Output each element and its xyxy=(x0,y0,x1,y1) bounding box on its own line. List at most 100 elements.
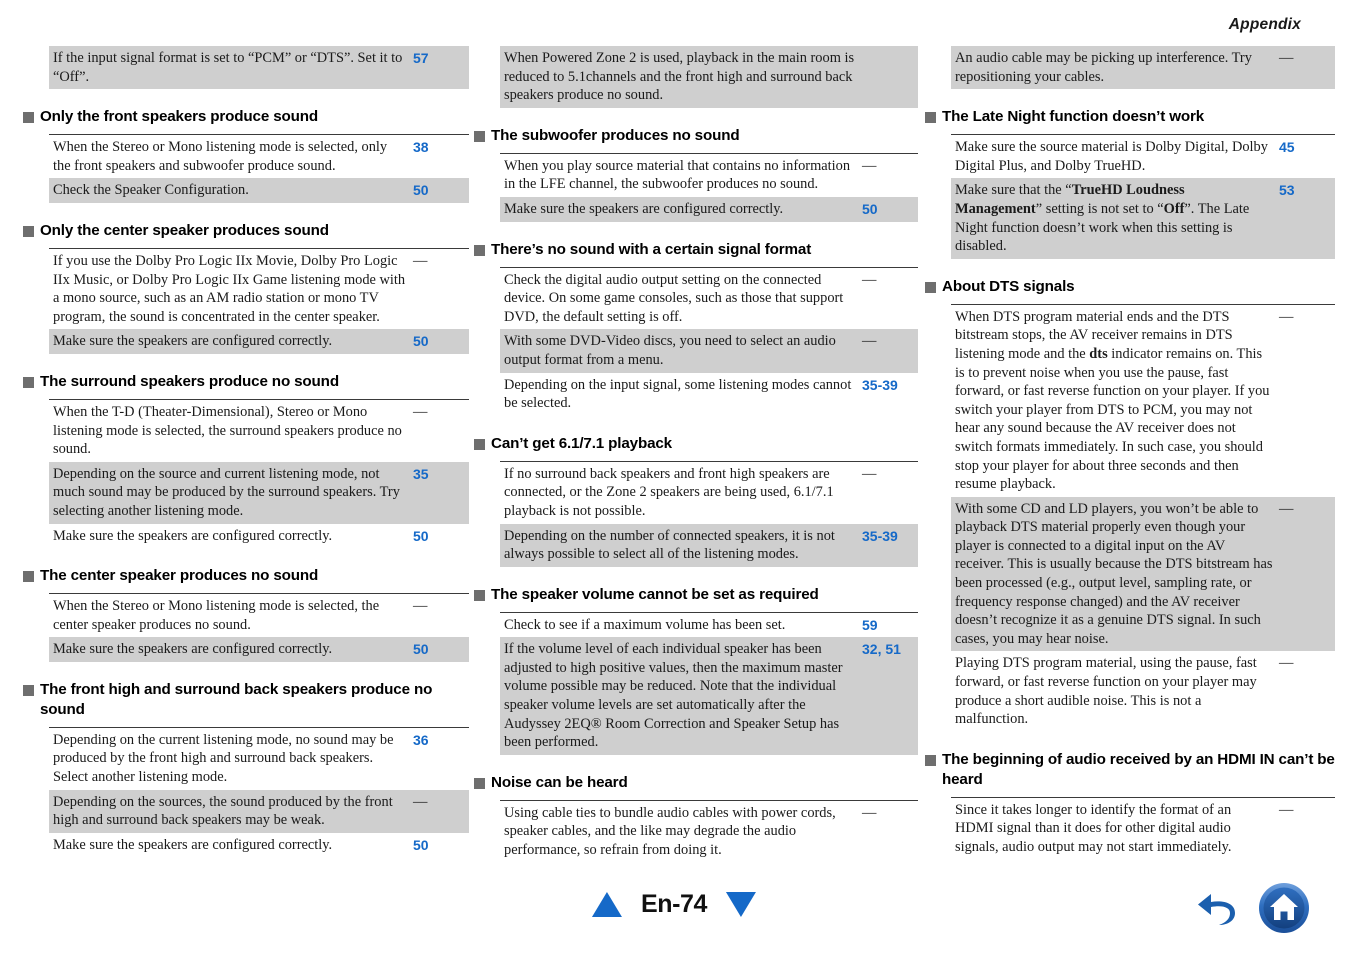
row-description: Make sure the speakers are configured co… xyxy=(53,527,333,544)
back-arrow-icon[interactable] xyxy=(1196,884,1244,932)
square-bullet-icon xyxy=(23,684,34,696)
row-description: When you play source material that conta… xyxy=(504,157,851,193)
table-row: Make sure the speakers are configured co… xyxy=(49,833,469,858)
row-page-ref[interactable]: 57 xyxy=(413,49,469,68)
row-page-ref[interactable]: 59 xyxy=(862,616,918,635)
table-row: Using cable ties to bundle audio cables … xyxy=(500,801,918,863)
row-page-ref[interactable]: 50 xyxy=(413,332,469,351)
row-description: An audio cable may be picking up interfe… xyxy=(955,50,1252,85)
row-page-ref[interactable]: 36 xyxy=(413,731,469,750)
row-description: With some CD and LD players, you won’t b… xyxy=(955,500,1273,647)
row-page-ref[interactable]: 50 xyxy=(413,836,469,855)
section-heading: The subwoofer produces no sound xyxy=(474,126,918,146)
square-bullet-icon xyxy=(474,589,485,601)
footer-actions xyxy=(1196,882,1310,934)
row-description: When the T-D (Theater-Dimensional), Ster… xyxy=(53,403,402,458)
troubleshooting-table: Check the digital audio output setting o… xyxy=(500,266,918,416)
row-description: Depending on the current listening mode,… xyxy=(53,731,394,786)
table-row: If you use the Dolby Pro Logic IIx Movie… xyxy=(49,249,469,329)
row-description: When the Stereo or Mono listening mode i… xyxy=(53,598,380,633)
triangle-up-icon[interactable] xyxy=(591,892,622,917)
square-bullet-icon xyxy=(23,225,34,237)
section-heading: Only the center speaker produces sound xyxy=(23,221,469,241)
row-page-ref[interactable]: 35-39 xyxy=(862,376,918,395)
section-heading-label: There’s no sound with a certain signal f… xyxy=(491,240,812,258)
row-page-ref[interactable]: 53 xyxy=(1279,181,1335,200)
home-icon[interactable] xyxy=(1258,882,1310,934)
table-row: When DTS program material ends and the D… xyxy=(951,305,1335,497)
table-row: Depending on the number of connected spe… xyxy=(500,523,918,567)
table-row: When the Stereo or Mono listening mode i… xyxy=(49,594,469,637)
row-description: Since it takes longer to identify the fo… xyxy=(955,801,1232,855)
row-description: When the Stereo or Mono listening mode i… xyxy=(53,139,388,174)
troubleshooting-table: If no surround back speakers and front h… xyxy=(500,460,918,567)
row-page-ref[interactable]: 35-39 xyxy=(862,527,918,546)
troubleshooting-table-continued: An audio cable may be picking up interfe… xyxy=(951,46,1335,90)
row-description: Make sure the source material is Dolby D… xyxy=(955,139,1268,174)
table-row: Make sure the source material is Dolby D… xyxy=(951,135,1335,178)
page-title: Appendix xyxy=(1228,16,1301,33)
section-heading-label: Noise can be heard xyxy=(491,773,628,791)
section-heading: Noise can be heard xyxy=(474,773,918,793)
row-description: When Powered Zone 2 is used, playback in… xyxy=(504,50,855,104)
troubleshooting-table: When you play source material that conta… xyxy=(500,152,918,222)
row-page-ref[interactable]: 50 xyxy=(413,181,469,200)
table-row: Depending on the current listening mode,… xyxy=(49,728,469,790)
troubleshooting-table: Depending on the current listening mode,… xyxy=(49,726,469,858)
row-no-page-ref: — xyxy=(862,333,877,350)
table-row: Depending on the input signal, some list… xyxy=(500,373,918,416)
troubleshooting-table: Make sure the source material is Dolby D… xyxy=(951,134,1335,259)
row-description: Depending on the input signal, some list… xyxy=(504,376,852,412)
table-row: If the volume level of each individual s… xyxy=(500,637,918,755)
row-description: Check the digital audio output setting o… xyxy=(504,271,844,325)
row-description: Check the Speaker Configuration. xyxy=(53,182,249,199)
row-page-ref[interactable]: 50 xyxy=(413,640,469,659)
row-page-ref[interactable]: 32, 51 xyxy=(862,640,918,659)
row-description: Make sure the speakers are configured co… xyxy=(53,333,333,350)
row-no-page-ref: — xyxy=(862,804,877,821)
table-row: Make sure the speakers are configured co… xyxy=(500,196,918,222)
square-bullet-icon xyxy=(925,754,936,766)
section-heading: The beginning of audio received by an HD… xyxy=(925,750,1335,790)
row-page-ref[interactable]: 45 xyxy=(1279,138,1335,157)
square-bullet-icon xyxy=(474,130,485,142)
table-row: When Powered Zone 2 is used, playback in… xyxy=(500,46,918,108)
table-row: With some CD and LD players, you won’t b… xyxy=(951,496,1335,652)
section-heading: The surround speakers produce no sound xyxy=(23,372,469,392)
square-bullet-icon xyxy=(474,777,485,789)
section-heading-label: The center speaker produces no sound xyxy=(40,567,319,585)
page-nav: En-74 xyxy=(591,890,757,919)
section-heading-label: Can’t get 6.1/7.1 playback xyxy=(491,434,672,452)
table-row: Check the Speaker Configuration. 50 xyxy=(49,178,469,203)
section-heading-label: About DTS signals xyxy=(942,277,1075,295)
row-page-ref[interactable]: 50 xyxy=(862,200,918,219)
page-footer: En-74 xyxy=(0,876,1348,954)
row-page-ref[interactable]: 35 xyxy=(413,465,469,484)
table-row: Make sure the speakers are configured co… xyxy=(49,524,469,549)
row-description: Depending on the sources, the sound prod… xyxy=(53,793,393,829)
row-no-page-ref: — xyxy=(413,403,428,420)
section-heading: The center speaker produces no sound xyxy=(23,566,469,586)
triangle-down-icon[interactable] xyxy=(726,892,757,917)
troubleshooting-table-continued: When Powered Zone 2 is used, playback in… xyxy=(500,46,918,108)
column-3: An audio cable may be picking up interfe… xyxy=(925,46,1335,876)
row-no-page-ref: — xyxy=(862,157,877,174)
row-description: Check to see if a maximum volume has bee… xyxy=(504,616,786,633)
troubleshooting-table: If you use the Dolby Pro Logic IIx Movie… xyxy=(49,247,469,354)
section-heading-label: The front high and surround back speaker… xyxy=(40,680,433,718)
row-page-ref[interactable]: 50 xyxy=(413,527,469,546)
troubleshooting-table: When the Stereo or Mono listening mode i… xyxy=(49,134,469,203)
table-row: When the T-D (Theater-Dimensional), Ster… xyxy=(49,400,469,462)
square-bullet-icon xyxy=(925,112,936,124)
row-no-page-ref: — xyxy=(862,465,877,482)
table-row: Playing DTS program material, using the … xyxy=(951,651,1335,731)
square-bullet-icon xyxy=(23,376,34,388)
troubleshooting-table-continued: If the input signal format is set to “PC… xyxy=(49,46,469,90)
section-heading-label: Only the center speaker produces sound xyxy=(40,221,329,239)
row-page-ref[interactable]: 38 xyxy=(413,138,469,157)
section-heading: Only the front speakers produce sound xyxy=(23,107,469,127)
square-bullet-icon xyxy=(925,281,936,293)
row-description: Make sure the speakers are configured co… xyxy=(504,200,784,217)
section-heading-label: The subwoofer produces no sound xyxy=(491,126,740,144)
section-heading: There’s no sound with a certain signal f… xyxy=(474,240,918,260)
